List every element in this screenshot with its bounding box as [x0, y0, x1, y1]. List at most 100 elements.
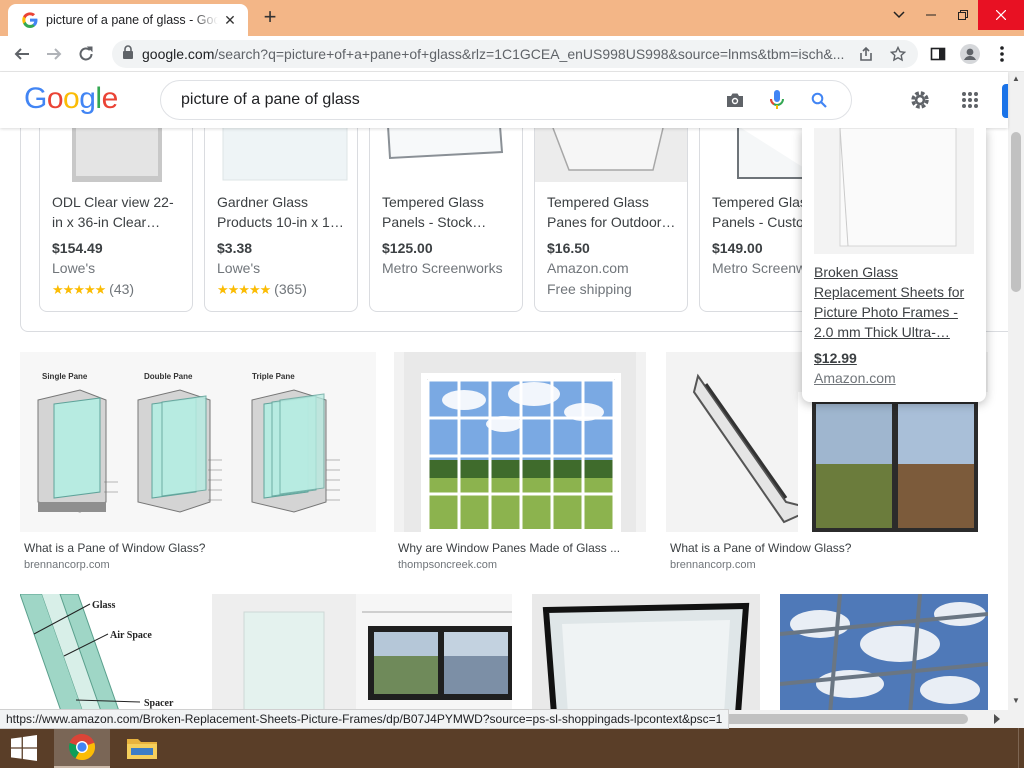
product-title-link[interactable]: Broken Glass Replacement Sheets for Pict…	[814, 262, 974, 342]
windows-start-icon[interactable]	[0, 728, 48, 768]
tab-search-chevron-icon[interactable]	[882, 0, 916, 30]
browser-menu-icon[interactable]	[988, 40, 1016, 68]
product-title[interactable]: Tempered Glass Panels - Stock…	[382, 192, 514, 232]
product-hover-card[interactable]: Broken Glass Replacement Sheets for Pict…	[802, 128, 986, 402]
rating-stars: ★★★★★	[52, 282, 106, 297]
file-explorer-icon[interactable]	[114, 728, 170, 768]
result-source[interactable]: brennancorp.com	[24, 559, 110, 571]
share-icon[interactable]	[854, 44, 878, 64]
lock-icon[interactable]	[122, 44, 136, 64]
vertical-scrollbar[interactable]: ▲ ▼	[1008, 72, 1024, 710]
address-bar[interactable]: google.com/search?q=picture+of+a+pane+of…	[112, 40, 918, 68]
product-store-link[interactable]: Amazon.com	[814, 370, 896, 386]
result-image[interactable]: Glass Air Space Spacer	[20, 594, 192, 710]
product-price: $154.49	[52, 240, 103, 256]
svg-text:Single Pane: Single Pane	[42, 372, 88, 381]
side-panel-icon[interactable]	[924, 40, 952, 68]
product-price[interactable]: $12.99	[814, 350, 857, 366]
product-title[interactable]: Gardner Glass Products 10-in x 1…	[217, 192, 349, 232]
result-image[interactable]	[780, 594, 988, 710]
product-image[interactable]	[205, 128, 357, 182]
result-title[interactable]: What is a Pane of Window Glass?	[24, 541, 205, 555]
image-result[interactable]: Why are Window Panes Made of Glass ... t…	[394, 352, 646, 574]
sign-in-button-edge[interactable]	[1002, 84, 1008, 118]
browser-tab[interactable]: picture of a pane of glass - Goog ✕	[8, 4, 248, 36]
product-image[interactable]	[814, 128, 974, 254]
logo-letter: e	[101, 82, 119, 115]
result-source[interactable]: thompsoncreek.com	[398, 559, 497, 571]
product-price: $125.00	[382, 240, 433, 256]
image-result[interactable]: Glass Air Space Spacer	[20, 594, 192, 710]
product-image[interactable]	[370, 128, 522, 182]
google-header: Google picture of a pane of glass	[0, 72, 1008, 128]
result-source[interactable]: brennancorp.com	[670, 559, 756, 571]
google-logo[interactable]: Google	[24, 82, 118, 116]
product-image[interactable]	[535, 128, 687, 182]
image-result[interactable]: Single Pane Double Pane Triple Pane What…	[20, 352, 376, 574]
restore-button[interactable]	[946, 0, 980, 30]
product-rating: ★★★★★ (43)	[52, 281, 135, 297]
logo-letter: o	[46, 82, 64, 115]
tab-close-icon[interactable]: ✕	[222, 12, 238, 29]
result-image[interactable]: Single Pane Double Pane Triple Pane	[20, 352, 376, 532]
forward-arrow-icon[interactable]	[40, 40, 68, 68]
settings-gear-icon[interactable]	[908, 88, 932, 112]
svg-text:Spacer: Spacer	[144, 698, 174, 709]
close-window-button[interactable]	[978, 0, 1024, 30]
product-card[interactable]: Gardner Glass Products 10-in x 1… $3.38 …	[204, 128, 358, 312]
product-card[interactable]: Tempered Glass Panes for Outdoor… $16.50…	[534, 128, 688, 312]
minimize-button[interactable]	[914, 0, 948, 30]
profile-avatar-icon[interactable]	[956, 40, 984, 68]
chrome-taskbar-icon[interactable]	[54, 728, 110, 768]
product-store: Amazon.com	[547, 260, 629, 276]
product-title[interactable]: Tempered Glass Panes for Outdoor…	[547, 192, 679, 232]
product-card[interactable]: ODL Clear view 22-in x 36-in Clear… $154…	[39, 128, 193, 312]
reload-icon[interactable]	[72, 40, 100, 68]
scrollbar-thumb[interactable]	[1011, 132, 1021, 292]
product-price: $149.00	[712, 240, 763, 256]
search-box[interactable]: picture of a pane of glass	[160, 80, 852, 120]
image-result[interactable]	[780, 594, 988, 710]
result-image[interactable]	[394, 352, 646, 532]
product-card[interactable]: Tempered Glass Panels - Stock… $125.00 M…	[369, 128, 523, 312]
product-title[interactable]: ODL Clear view 22-in x 36-in Clear…	[52, 192, 184, 232]
product-store: Metro Screenworks	[382, 260, 503, 276]
result-title[interactable]: Why are Window Panes Made of Glass ...	[398, 541, 620, 555]
search-input[interactable]: picture of a pane of glass	[181, 91, 723, 109]
horizontal-scrollbar-thumb[interactable]	[724, 714, 968, 724]
product-store: Lowe's	[217, 260, 261, 276]
product-shipping: Free shipping	[547, 281, 632, 297]
image-result[interactable]	[212, 594, 512, 710]
show-desktop-button[interactable]	[1018, 728, 1024, 768]
microphone-icon[interactable]	[765, 88, 789, 112]
svg-text:Double Pane: Double Pane	[144, 372, 193, 381]
logo-letter: g	[79, 82, 96, 115]
image-result[interactable]	[532, 594, 760, 710]
new-tab-button[interactable]: +	[258, 6, 282, 30]
horizontal-scrollbar[interactable]	[720, 710, 1024, 728]
browser-toolbar: google.com/search?q=picture+of+a+pane+of…	[0, 36, 1024, 72]
svg-text:Glass: Glass	[92, 600, 115, 611]
product-price: $3.38	[217, 240, 253, 256]
tab-title: picture of a pane of glass - Goog	[46, 13, 218, 27]
product-image[interactable]	[40, 128, 192, 182]
google-favicon-icon	[22, 12, 38, 28]
product-rating: ★★★★★ (365)	[217, 281, 307, 297]
svg-text:Triple Pane: Triple Pane	[252, 372, 295, 381]
search-icon[interactable]	[807, 88, 831, 112]
result-image[interactable]	[212, 594, 512, 710]
scroll-up-arrow-icon[interactable]: ▲	[1008, 72, 1024, 86]
scroll-right-arrow-icon[interactable]	[994, 714, 1000, 724]
product-price: $16.50	[547, 240, 590, 256]
url-text[interactable]: google.com/search?q=picture+of+a+pane+of…	[142, 46, 850, 62]
browser-titlebar: picture of a pane of glass - Goog ✕ +	[0, 0, 1024, 36]
google-apps-icon[interactable]	[958, 88, 982, 112]
windows-taskbar	[0, 728, 1024, 768]
result-title[interactable]: What is a Pane of Window Glass?	[670, 541, 851, 555]
result-image[interactable]	[532, 594, 760, 710]
scroll-down-arrow-icon[interactable]: ▼	[1008, 694, 1024, 708]
svg-text:Air Space: Air Space	[110, 630, 152, 641]
bookmark-star-icon[interactable]	[886, 44, 910, 64]
back-arrow-icon[interactable]	[8, 40, 36, 68]
camera-icon[interactable]	[723, 88, 747, 112]
